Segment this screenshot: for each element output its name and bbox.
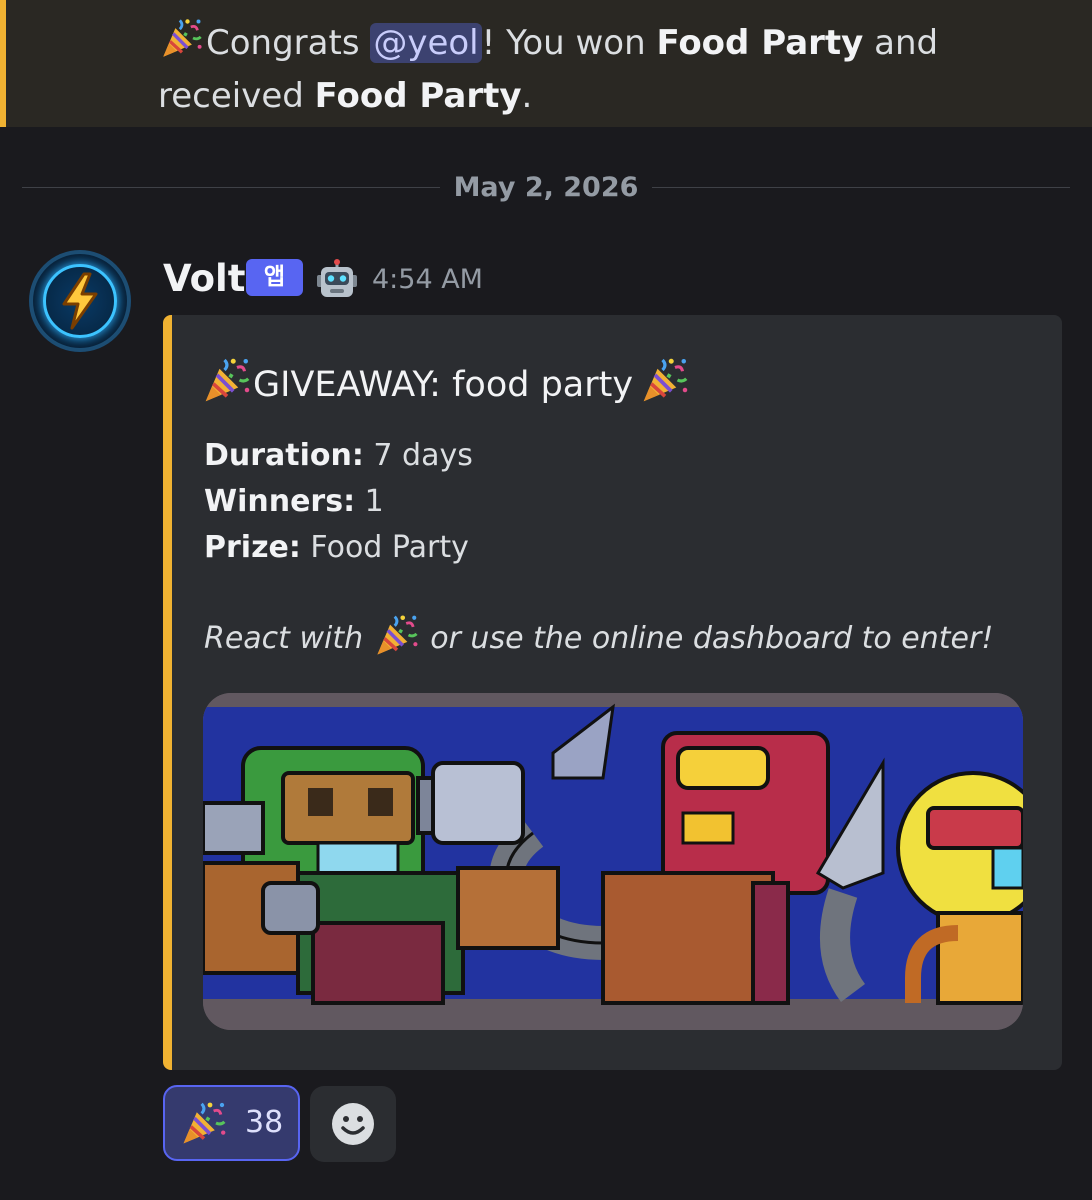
chat-view: Congrats @yeol! You won Food Party and r…	[0, 0, 1092, 1200]
robots-banner-image	[203, 693, 1023, 1030]
winners-field: Winners: 1	[204, 484, 384, 519]
embed-image[interactable]	[203, 693, 1023, 1030]
lightning-bolt-icon	[62, 272, 98, 330]
add-reaction-button[interactable]	[310, 1086, 396, 1162]
party-reaction-button[interactable]: 38	[163, 1085, 300, 1161]
prize-name: Food Party	[314, 76, 522, 116]
party-popper-icon	[373, 612, 421, 658]
author-name[interactable]: Volt	[163, 254, 245, 304]
app-badge: 앱	[246, 259, 303, 296]
date-divider: May 2, 2026	[453, 172, 639, 203]
party-popper-icon	[179, 1099, 229, 1147]
duration-field: Duration: 7 days	[204, 438, 473, 473]
robot-icon	[317, 259, 357, 297]
smiley-icon	[332, 1103, 374, 1145]
divider-line	[22, 187, 440, 188]
reaction-count: 38	[245, 1105, 284, 1140]
user-mention[interactable]: @yeol	[370, 23, 482, 63]
congrats-message-text: Congrats @yeol! You won Food Party and r…	[158, 16, 1058, 123]
avatar[interactable]	[29, 250, 131, 352]
party-popper-icon	[639, 355, 691, 405]
party-popper-icon	[158, 16, 206, 60]
party-popper-icon	[201, 355, 253, 405]
prize-name: Food Party	[656, 23, 864, 63]
entry-instructions: React with or use the online dashboard t…	[204, 612, 993, 666]
prize-field: Prize: Food Party	[204, 530, 469, 565]
message-timestamp[interactable]: 4:54 AM	[372, 262, 483, 298]
divider-line	[652, 187, 1070, 188]
embed-title: GIVEAWAY: food party	[201, 355, 691, 413]
